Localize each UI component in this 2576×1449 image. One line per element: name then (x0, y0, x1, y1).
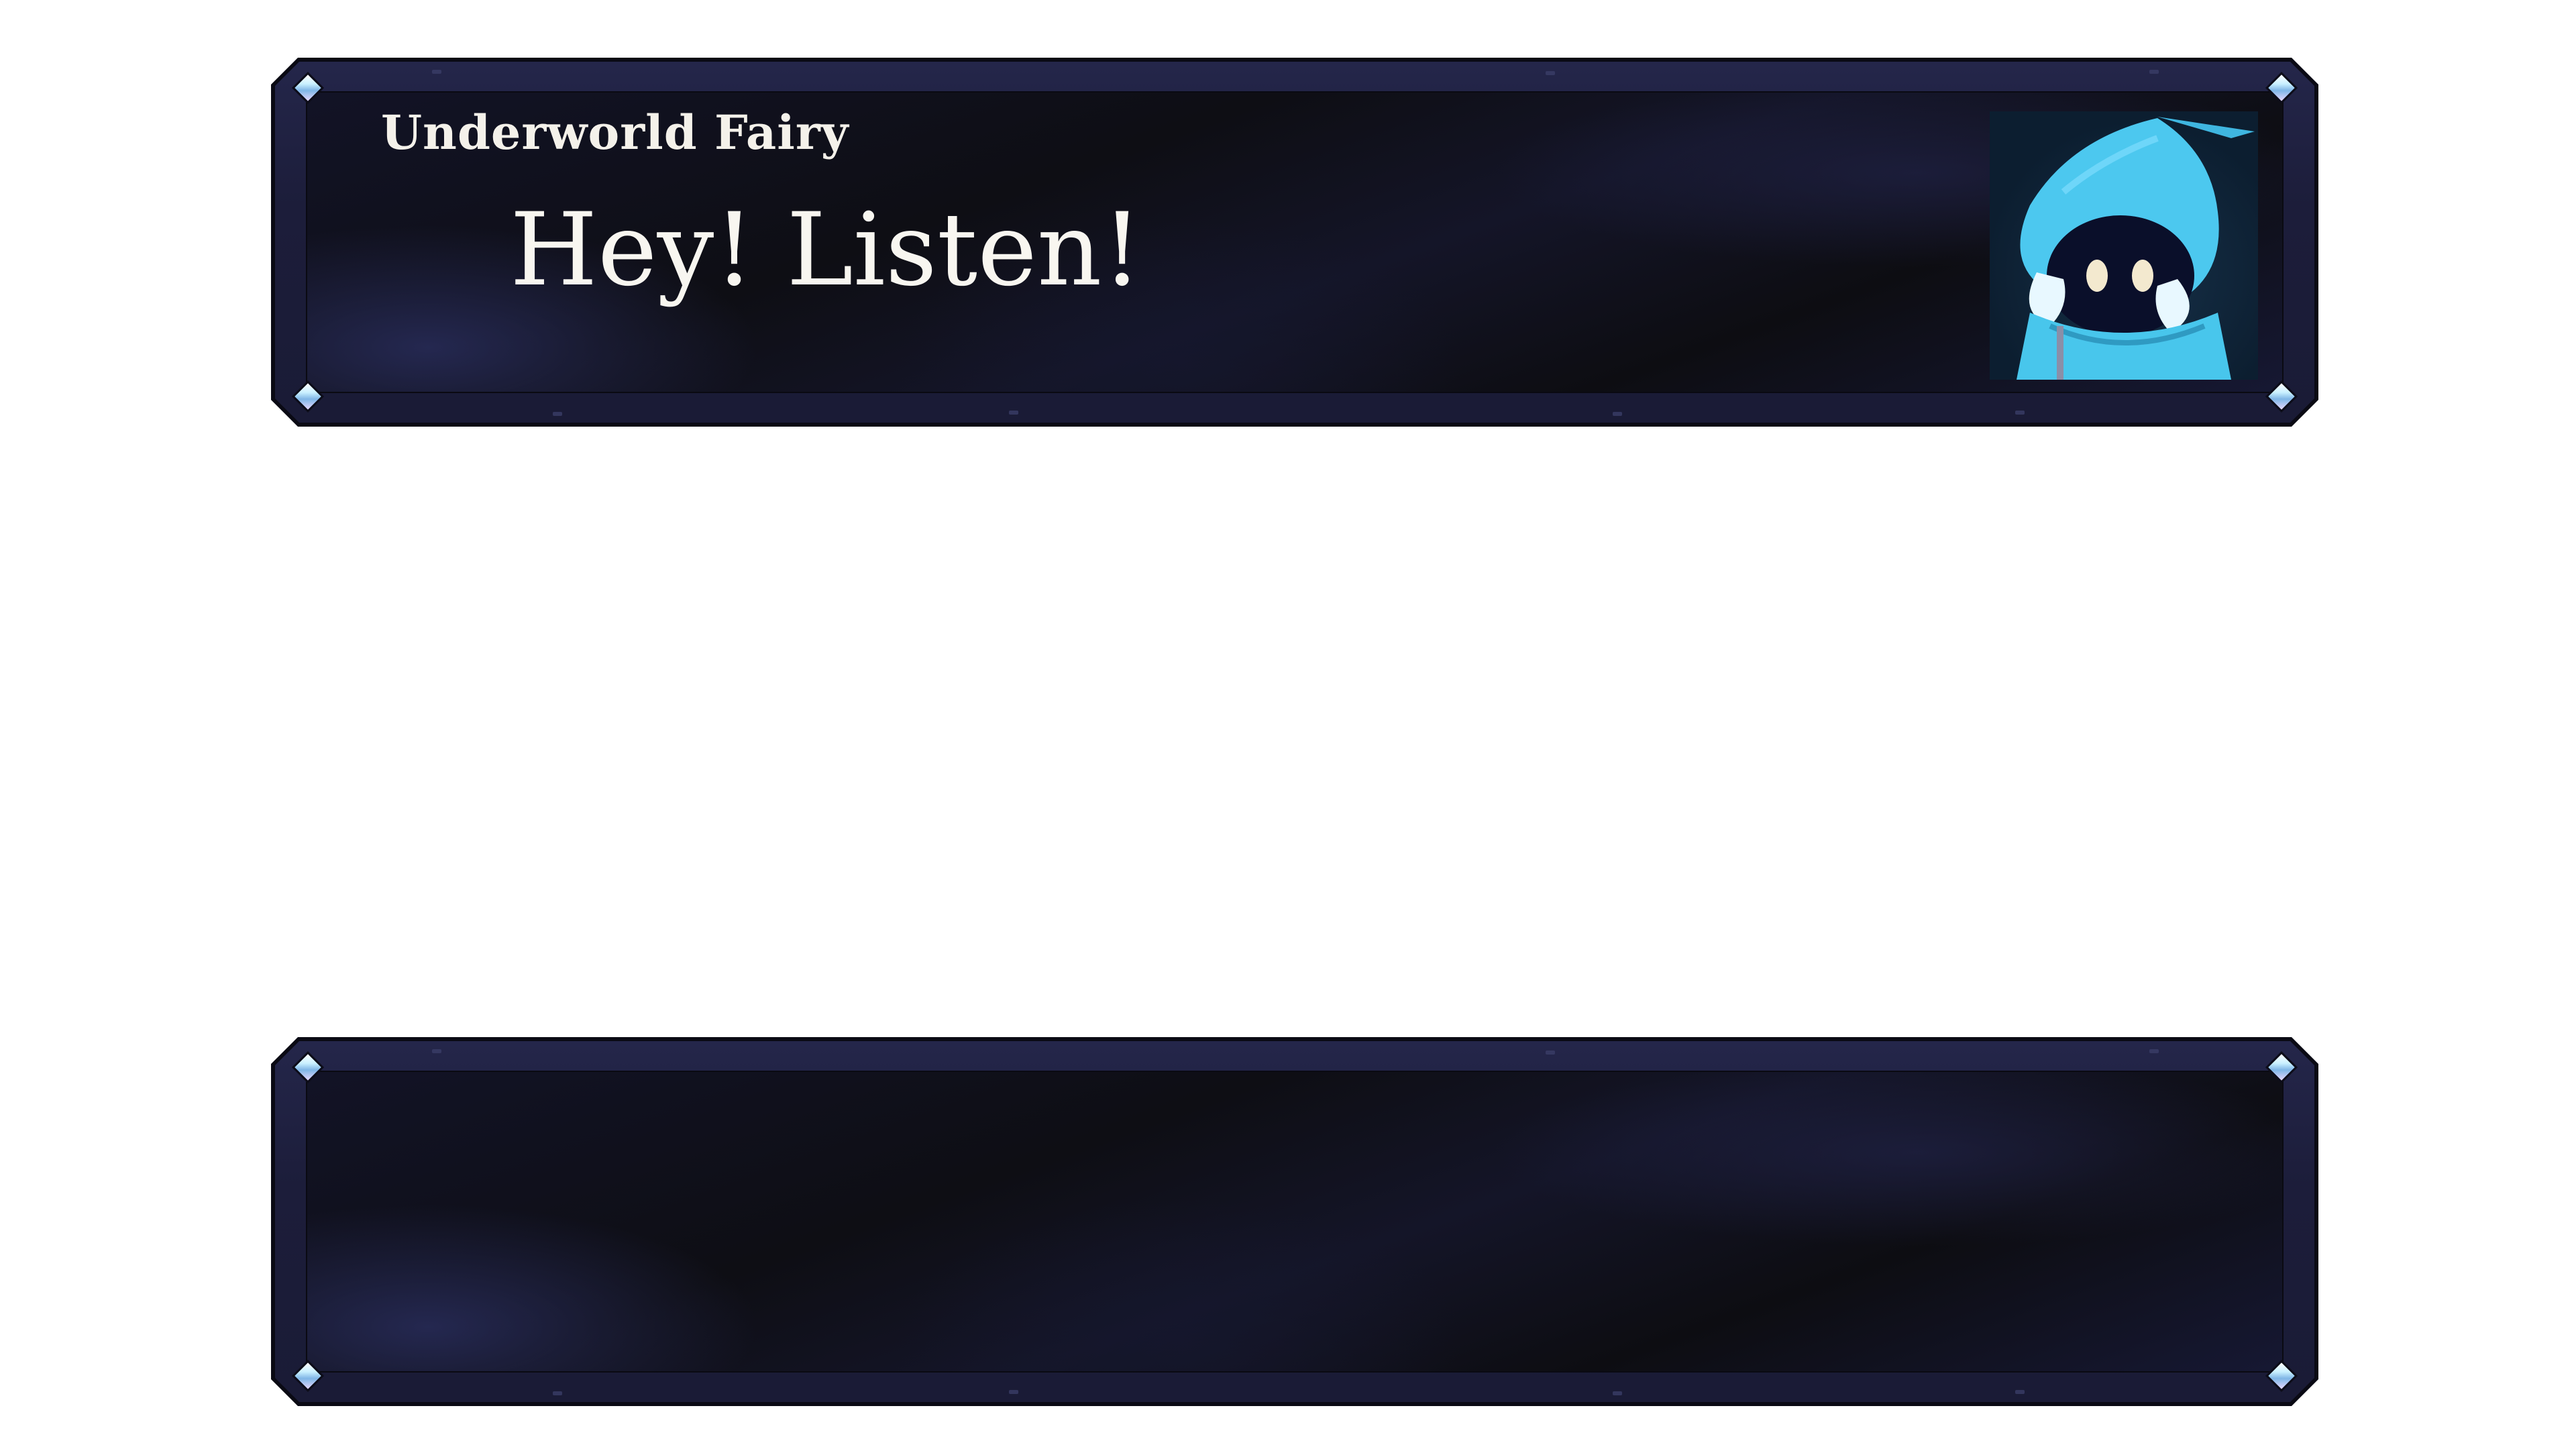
frame-speckle (1546, 71, 1555, 75)
frame-speckle (2149, 70, 2159, 74)
frame-speckle (1009, 1390, 1018, 1394)
dialog-box-active[interactable]: Underworld Fairy Hey! Listen! (271, 58, 2318, 427)
frame-speckle (1613, 1391, 1622, 1395)
frame-speckle (1613, 412, 1622, 416)
frame-speckle (2015, 1390, 2025, 1394)
hooded-fairy-portrait-icon (1990, 111, 2258, 380)
dialog-text: Hey! Listen! (510, 192, 1142, 309)
frame-speckle (432, 1049, 441, 1053)
frame-speckle (432, 70, 441, 74)
speaker-name: Underworld Fairy (381, 105, 849, 160)
frame-speckle (2015, 411, 2025, 415)
frame-speckle (553, 1391, 562, 1395)
dialog-box-empty[interactable] (271, 1037, 2318, 1406)
frame-speckle (1546, 1051, 1555, 1055)
frame-speckle (1009, 411, 1018, 415)
frame-speckle (553, 412, 562, 416)
dialog-panel (306, 1071, 2284, 1373)
frame-speckle (2149, 1049, 2159, 1053)
